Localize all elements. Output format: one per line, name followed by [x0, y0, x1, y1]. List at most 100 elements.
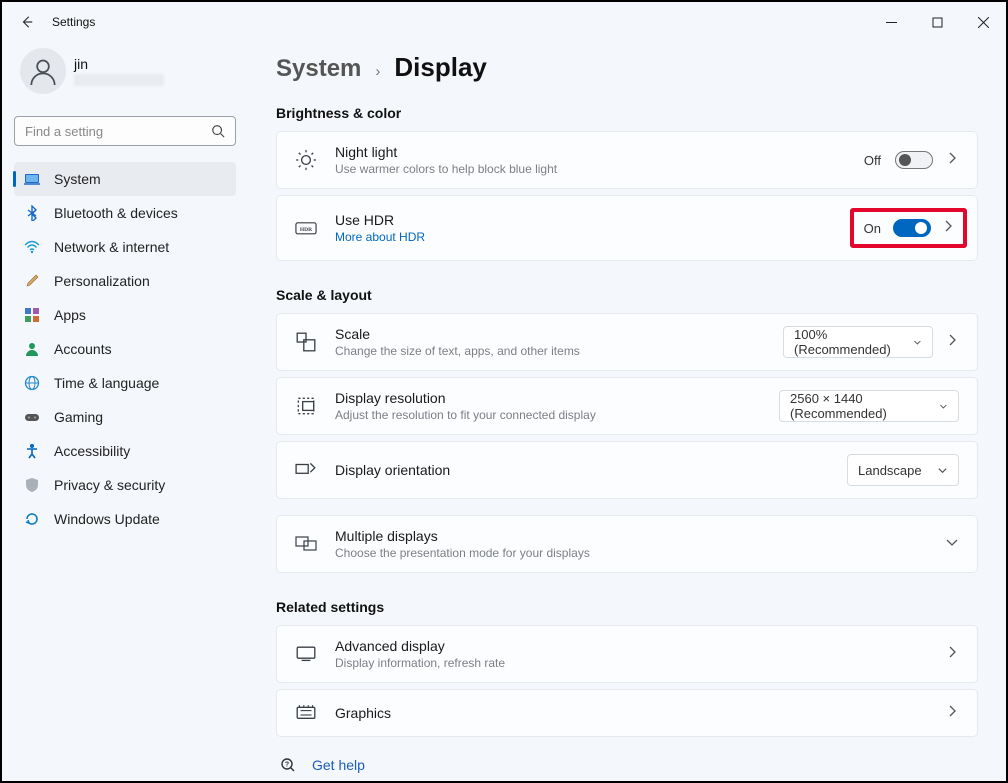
search-icon: [211, 124, 225, 138]
dropdown-value: 100% (Recommended): [794, 327, 901, 357]
close-button[interactable]: [960, 2, 1006, 42]
sidebar-item-label: Privacy & security: [54, 477, 165, 493]
update-icon: [24, 511, 40, 527]
resolution-dropdown[interactable]: 2560 × 1440 (Recommended): [779, 390, 959, 422]
sidebar-item-accessibility[interactable]: Accessibility: [14, 434, 236, 468]
hdr-more-link[interactable]: More about HDR: [335, 230, 850, 244]
card-graphics[interactable]: Graphics: [276, 689, 978, 737]
gaming-icon: [24, 409, 40, 425]
avatar-icon: [20, 48, 66, 94]
sidebar-item-label: Personalization: [54, 273, 150, 289]
accessibility-icon: [24, 443, 40, 459]
chevron-down-icon: [913, 337, 922, 348]
user-subtitle-redacted: [74, 74, 164, 86]
maximize-button[interactable]: [914, 2, 960, 42]
card-title: Graphics: [335, 705, 947, 721]
sidebar-item-label: Network & internet: [54, 239, 169, 255]
brush-icon: [24, 273, 40, 289]
toggle-state: Off: [864, 153, 881, 168]
svg-text:?: ?: [285, 762, 289, 769]
chevron-down-icon: [937, 465, 948, 476]
titlebar-title: Settings: [52, 15, 95, 29]
scale-icon: [295, 331, 317, 353]
card-title: Multiple displays: [335, 528, 945, 544]
search-field[interactable]: [25, 124, 211, 139]
globe-icon: [24, 375, 40, 391]
orientation-icon: [295, 459, 317, 481]
chevron-right-icon[interactable]: [947, 645, 959, 663]
get-help-link[interactable]: ? Get help: [280, 757, 978, 773]
footer-text: Get help: [312, 757, 365, 773]
breadcrumb-current: Display: [394, 52, 487, 83]
search-input[interactable]: [14, 116, 236, 146]
night-light-icon: [295, 149, 317, 171]
sidebar-item-privacy[interactable]: Privacy & security: [14, 468, 236, 502]
section-brightness-title: Brightness & color: [276, 105, 978, 121]
card-advanced-display[interactable]: Advanced display Display information, re…: [276, 625, 978, 683]
card-subtitle: Change the size of text, apps, and other…: [335, 344, 783, 358]
back-icon[interactable]: [20, 15, 34, 29]
toggle-state: On: [864, 221, 881, 236]
sidebar-item-personalization[interactable]: Personalization: [14, 264, 236, 298]
sidebar-item-time-language[interactable]: Time & language: [14, 366, 236, 400]
graphics-icon: [295, 702, 317, 724]
sidebar-item-label: Bluetooth & devices: [54, 205, 178, 221]
section-scale-title: Scale & layout: [276, 287, 978, 303]
chevron-right-icon: ›: [375, 63, 380, 80]
dropdown-value: Landscape: [858, 463, 922, 478]
sidebar-item-label: Accounts: [54, 341, 112, 357]
sidebar-item-windows-update[interactable]: Windows Update: [14, 502, 236, 536]
chevron-right-icon[interactable]: [947, 704, 959, 722]
dropdown-value: 2560 × 1440 (Recommended): [790, 391, 927, 421]
breadcrumb: System › Display: [276, 52, 978, 83]
breadcrumb-parent[interactable]: System: [276, 55, 361, 83]
card-subtitle: Adjust the resolution to fit your connec…: [335, 408, 779, 422]
hdr-toggle[interactable]: [893, 219, 931, 237]
multiple-displays-icon: [295, 533, 317, 555]
card-multiple-displays[interactable]: Multiple displays Choose the presentatio…: [276, 515, 978, 573]
sidebar-item-apps[interactable]: Apps: [14, 298, 236, 332]
bluetooth-icon: [24, 205, 40, 221]
svg-text:HDR: HDR: [300, 227, 313, 233]
sidebar-item-label: Time & language: [54, 375, 159, 391]
chevron-down-icon: [939, 401, 948, 412]
night-light-toggle[interactable]: [895, 151, 933, 169]
orientation-dropdown[interactable]: Landscape: [847, 454, 959, 486]
scale-dropdown[interactable]: 100% (Recommended): [783, 326, 933, 358]
card-orientation[interactable]: Display orientation Landscape: [276, 441, 978, 499]
card-resolution[interactable]: Display resolution Adjust the resolution…: [276, 377, 978, 435]
minimize-button[interactable]: [868, 2, 914, 42]
card-night-light[interactable]: Night light Use warmer colors to help bl…: [276, 131, 978, 189]
chevron-down-icon[interactable]: [945, 535, 959, 554]
chevron-right-icon[interactable]: [947, 151, 959, 169]
sidebar-item-bluetooth[interactable]: Bluetooth & devices: [14, 196, 236, 230]
sidebar-item-network[interactable]: Network & internet: [14, 230, 236, 264]
monitor-icon: [295, 643, 317, 665]
card-title: Display orientation: [335, 462, 847, 478]
resolution-icon: [295, 395, 317, 417]
card-title: Scale: [335, 326, 783, 342]
card-subtitle: Display information, refresh rate: [335, 656, 947, 670]
sidebar-item-label: Gaming: [54, 409, 103, 425]
sidebar-item-label: System: [54, 171, 101, 187]
sidebar-item-gaming[interactable]: Gaming: [14, 400, 236, 434]
hdr-icon: HDR: [295, 217, 317, 239]
person-icon: [24, 341, 40, 357]
sidebar-item-label: Apps: [54, 307, 86, 323]
user-profile[interactable]: jin: [14, 48, 236, 94]
shield-icon: [24, 477, 40, 493]
hdr-highlight-box: On: [850, 208, 967, 248]
card-title: Advanced display: [335, 638, 947, 654]
card-hdr[interactable]: HDR Use HDR More about HDR On: [276, 195, 978, 261]
chevron-right-icon[interactable]: [947, 333, 959, 351]
section-related-title: Related settings: [276, 599, 978, 615]
chevron-right-icon[interactable]: [943, 219, 955, 237]
sidebar-item-label: Accessibility: [54, 443, 130, 459]
sidebar-item-accounts[interactable]: Accounts: [14, 332, 236, 366]
sidebar-item-system[interactable]: System: [14, 162, 236, 196]
card-title: Night light: [335, 144, 864, 160]
apps-icon: [24, 307, 40, 323]
help-icon: ?: [280, 757, 296, 773]
card-scale[interactable]: Scale Change the size of text, apps, and…: [276, 313, 978, 371]
card-title: Display resolution: [335, 390, 779, 406]
